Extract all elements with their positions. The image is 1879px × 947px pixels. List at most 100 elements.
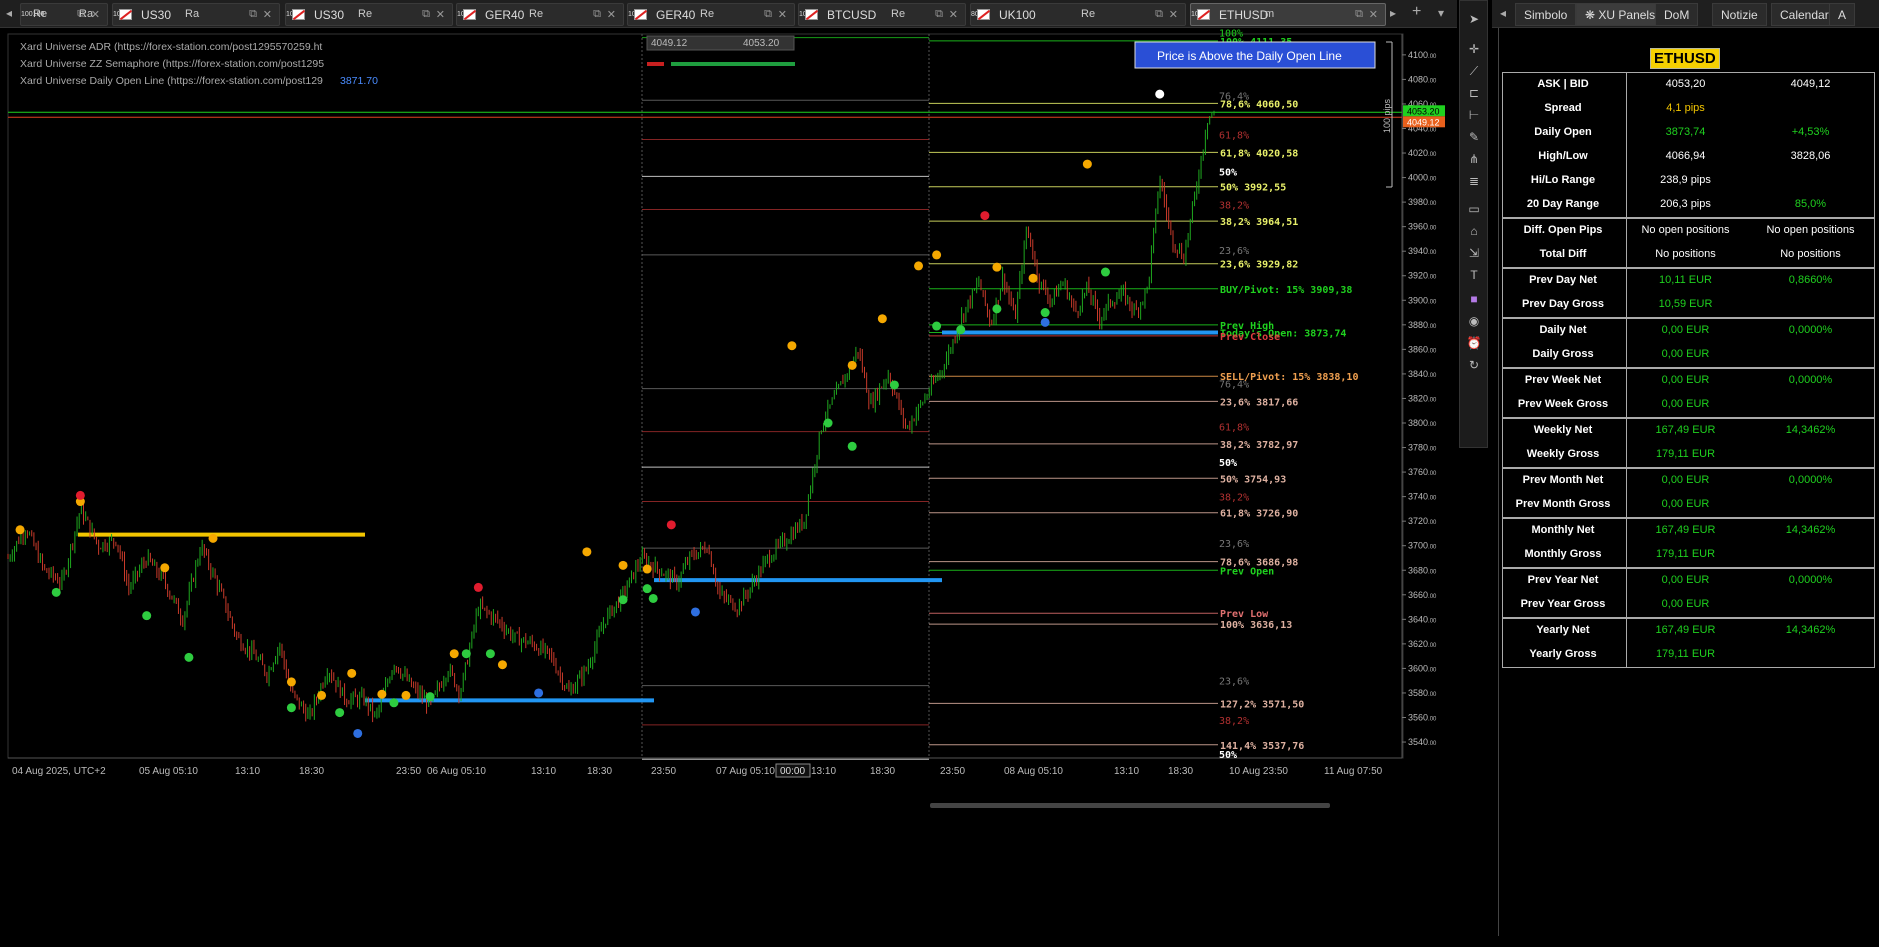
panel-row-percent: 85,0% [1794,198,1827,210]
fibonacci-icon[interactable]: ≣ [1466,173,1482,189]
price-tick-decimals: .00 [1428,299,1437,305]
price-tick-label: 4100.00 [1408,50,1437,60]
close-tab-icon[interactable]: ✕ [263,8,272,21]
current-high-dot [1155,89,1165,99]
measure-icon[interactable]: ⇲ [1466,245,1482,261]
right-tab-label: Simbolo [1524,8,1568,22]
pitchfork-icon[interactable]: ⋔ [1466,151,1482,167]
price-tick-label: 3580.00 [1408,688,1437,698]
text-icon[interactable]: T [1466,267,1482,283]
right-tab-a[interactable]: A [1829,3,1856,26]
fib-left-label: 61,8% [1219,131,1249,142]
chart-tab-ger40[interactable]: GER40Re100⧉✕ [627,3,795,26]
tab-scroll-left-icon[interactable]: ◂ [6,6,12,20]
crosshair-icon[interactable]: ✛ [1466,41,1482,57]
price-tick-label: 3960.00 [1408,222,1437,232]
chart-tab-uk100[interactable]: UK100 Re 80 ⧉ ✕ [970,3,1186,26]
tab-period[interactable]: Re [700,8,714,20]
detach-tab-icon[interactable]: ⧉ [77,8,85,21]
detach-tab-icon[interactable]: ⧉ [1355,8,1363,21]
price-tick-label: 3940.00 [1408,246,1437,256]
chart-tab-us30[interactable]: US30Re100⧉✕ [285,3,453,26]
price-tick-label: 3680.00 [1408,565,1437,575]
cursor-icon[interactable]: ➤ [1466,11,1482,27]
close-tab-icon[interactable]: ✕ [778,8,787,21]
chart-tab-btcusd[interactable]: BTCUSDRe100⧉✕ [798,3,966,26]
tab-period[interactable]: m [1265,8,1274,20]
time-tick-label: 11 Aug 07:50 [1324,766,1383,777]
panel-row-value: 179,11 EUR [1655,648,1716,660]
detach-tab-icon[interactable]: ⧉ [593,8,601,21]
zz-high-dot [847,360,857,370]
replay-icon[interactable]: ↻ [1466,357,1482,373]
right-tab-notizie[interactable]: Notizie [1712,3,1767,26]
fib-right-label: 23,6% 3817,66 [1220,397,1298,408]
horizontal-line-icon[interactable]: ⊢ [1466,107,1482,123]
chart-tab-us30[interactable]: US30Ra100⧉✕ [112,3,280,26]
tab-period[interactable]: Re [33,8,47,20]
panel-row-value: 0,00 EUR [1661,474,1710,486]
tab-period[interactable]: Ra [185,8,199,20]
horizontal-scrollbar[interactable] [930,803,1330,808]
price-tick-label: 3640.00 [1408,614,1437,624]
price-tick-label: 3600.00 [1408,663,1437,673]
panel-collapse-icon[interactable]: ◂ [1500,6,1506,20]
close-tab-icon[interactable]: ✕ [1169,8,1178,21]
trendline-icon[interactable]: ⟋ [1466,63,1482,79]
fib-right-label: Prev Close [1220,332,1280,343]
chart-tab-ethusd[interactable]: ETHUSD m 10 ⧉ ✕ [1190,3,1386,26]
panel-row-label: Weekly Gross [1526,448,1600,460]
symbol-flag-icon [805,9,818,20]
shapes-icon[interactable]: ⌂ [1466,223,1482,239]
indicator-label: Xard Universe ADR (https://forex-station… [20,41,322,53]
pencil-icon[interactable]: ✎ [1466,129,1482,145]
chart-tab-renko[interactable]: Re 100 Ra 100 ⧉ ✕ [20,3,108,26]
price-tick-decimals: .00 [1428,397,1437,403]
right-tab-xu-panels[interactable]: ❋ XU Panels [1576,3,1665,26]
right-tab-simbolo[interactable]: Simbolo [1515,3,1577,26]
alert-icon[interactable]: ⏰ [1466,335,1482,351]
tab-period[interactable]: Re [358,8,372,20]
panel-row-label: Daily Gross [1532,348,1594,360]
color-icon[interactable]: ■ [1466,291,1482,307]
time-tick-label: 23:50 [940,766,965,777]
close-tab-icon[interactable]: ✕ [607,8,616,21]
tab-menu-icon[interactable]: ▾ [1438,6,1444,20]
panel-row-value: 0,00 EUR [1661,574,1710,586]
tab-scroll-right-icon[interactable]: ▸ [1390,6,1396,20]
camera-icon[interactable]: ◉ [1466,313,1482,329]
zz-low-dot [184,652,194,662]
detach-tab-icon[interactable]: ⧉ [249,8,257,21]
zz-low-dot [425,692,435,702]
detach-tab-icon[interactable]: ⧉ [935,8,943,21]
close-tab-icon[interactable]: ✕ [91,8,100,21]
panel-row: Diff. Open Pips No open positions No open … [1503,219,1874,243]
tab-period[interactable]: Re [1081,8,1095,20]
zz-high-dot [992,262,1002,272]
time-tick-label: 13:10 [1114,766,1139,777]
time-tick-label: 05 Aug 05:10 [139,766,198,777]
pips-scale-label: 100 pips [1382,98,1392,133]
tab-symbol: ETHUSD [1219,8,1269,22]
ray-icon[interactable]: ⊏ [1466,85,1482,101]
panel-row-percent: 0,0000% [1788,474,1833,486]
tab-period[interactable]: Re [891,8,905,20]
rectangle-icon[interactable]: ▭ [1466,201,1482,217]
price-chart[interactable]: 100%76,4%61,8%50%38,2%23,6%76,4%61,8%50%… [0,28,1455,938]
detach-tab-icon[interactable]: ⧉ [764,8,772,21]
zz-low-dot [823,418,833,428]
panel-group: Yearly Net 167,49 EUR 14,3462% Yearly Gross… [1502,618,1875,668]
tab-symbol: GER40 [485,8,525,22]
time-tick-label: 23:50 [651,766,676,777]
close-tab-icon[interactable]: ✕ [949,8,958,21]
close-tab-icon[interactable]: ✕ [436,8,445,21]
detach-tab-icon[interactable]: ⧉ [1155,8,1163,21]
price-tick-label: 3560.00 [1408,713,1437,723]
chart-tab-ger40[interactable]: GER40Re100⧉✕ [456,3,624,26]
tab-period[interactable]: Re [529,8,543,20]
add-tab-icon[interactable]: + [1412,3,1421,21]
right-tab-dom[interactable]: DoM [1655,3,1699,26]
fib-right-label: 23,6% 3929,82 [1220,260,1298,271]
detach-tab-icon[interactable]: ⧉ [422,8,430,21]
close-tab-icon[interactable]: ✕ [1369,8,1378,21]
